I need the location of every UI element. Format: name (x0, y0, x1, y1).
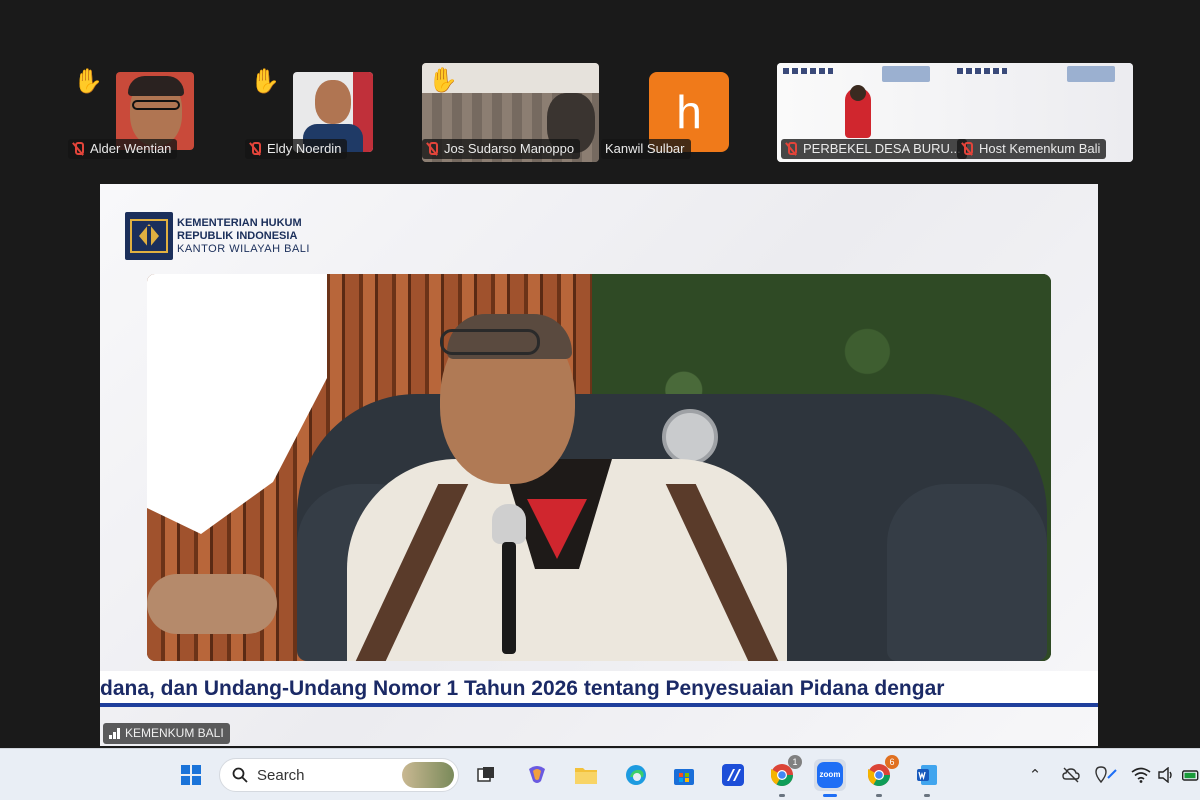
edge-icon (626, 765, 646, 785)
notification-badge: 1 (788, 755, 802, 769)
participant-name-3: Jos Sudarso Manoppo (422, 139, 581, 159)
cloud-off-icon (1062, 767, 1080, 783)
participant-name-2: Eldy Noerdin (245, 139, 348, 159)
search-highlight-image (402, 762, 454, 788)
copilot-icon (529, 766, 545, 783)
raised-hand-icon: ✋ (428, 67, 458, 94)
wifi-icon (1131, 767, 1151, 783)
channel-label: KEMENKUM BALI (103, 723, 230, 744)
windows-icon (181, 765, 201, 785)
speaker-video (147, 274, 1051, 661)
participant-strip: ✋ Alder Wentian ✋ Eldy Noerdin ✋ Jos Sud… (0, 0, 1200, 170)
search-icon (232, 767, 248, 783)
battery-icon (1182, 770, 1199, 781)
file-explorer-button[interactable] (570, 759, 602, 791)
tray-network-status[interactable] (1094, 761, 1118, 789)
participant-tile-4[interactable]: h Kanwil Sulbar (601, 63, 731, 162)
news-ticker: dana, dan Undang-Undang Nomor 1 Tahun 20… (100, 671, 1098, 707)
store-button[interactable] (668, 759, 700, 791)
zoom-icon: zoom (817, 762, 843, 788)
mic-muted-icon (785, 142, 797, 156)
participant-name-6: Host Kemenkum Bali (957, 139, 1107, 159)
word-icon (917, 765, 937, 785)
notification-badge: 6 (885, 755, 899, 769)
organization-name: KEMENTERIAN HUKUM REPUBLIK INDONESIA KAN… (177, 217, 310, 255)
folder-icon (575, 768, 597, 784)
signal-bars-icon (109, 728, 120, 739)
speaker-icon (1158, 767, 1172, 783)
shared-screen: KEMENTERIAN HUKUM REPUBLIK INDONESIA KAN… (100, 184, 1098, 746)
store-icon (674, 769, 694, 785)
mic-muted-icon (426, 142, 438, 156)
chrome-button-1[interactable]: 1 (766, 755, 802, 797)
app-icon (722, 764, 744, 786)
participant-tile-2[interactable]: Eldy Noerdin (245, 63, 375, 162)
participant-name-4: Kanwil Sulbar (601, 139, 691, 159)
ministry-logo (125, 212, 173, 260)
participant-name-5: PERBEKEL DESA BURU... (781, 139, 967, 159)
volume-button[interactable] (1157, 761, 1177, 789)
app-button[interactable] (717, 759, 749, 791)
location-icon (1095, 766, 1117, 784)
show-hidden-icons-button[interactable]: ⌃ (1026, 761, 1044, 789)
taskbar: Search 1 zoom 6 ⌃ (0, 748, 1200, 800)
participant-name-1: Alder Wentian (68, 139, 178, 159)
edge-button[interactable] (620, 759, 652, 791)
wifi-button[interactable] (1130, 761, 1152, 789)
word-button[interactable] (911, 759, 943, 797)
task-view-button[interactable] (470, 759, 502, 791)
participant-tile-shared[interactable]: PERBEKEL DESA BURU... Host Kemenkum Bali (777, 63, 1133, 162)
mic-muted-icon (961, 142, 973, 156)
chevron-up-icon: ⌃ (1028, 767, 1042, 784)
tray-hidden-status[interactable] (1060, 761, 1082, 789)
start-button[interactable] (175, 759, 207, 791)
battery-button[interactable] (1182, 761, 1200, 789)
copilot-button[interactable] (521, 759, 553, 791)
mic-muted-icon (249, 142, 261, 156)
participant-tile-1[interactable]: Alder Wentian (68, 63, 196, 162)
ticker-text: dana, dan Undang-Undang Nomor 1 Tahun 20… (100, 677, 945, 700)
search-input[interactable]: Search (219, 758, 459, 792)
participant-tile-3[interactable]: ✋ Jos Sudarso Manoppo (422, 63, 599, 162)
zoom-button[interactable]: zoom (814, 759, 846, 797)
mic-muted-icon (72, 142, 84, 156)
microphone (492, 504, 526, 654)
chrome-button-2[interactable]: 6 (863, 755, 899, 797)
task-view-icon (477, 767, 494, 782)
